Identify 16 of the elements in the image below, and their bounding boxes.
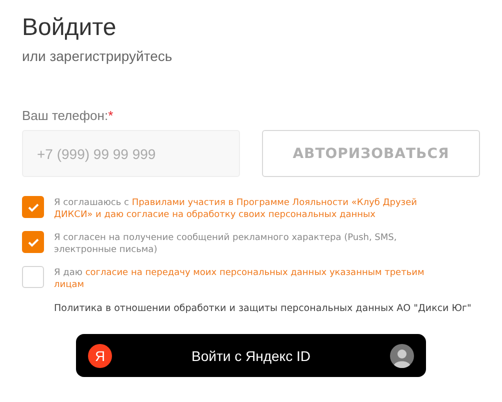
- consent-text: Я даю согласие на передачу моих персональных данных указанным третьим лицам: [54, 267, 426, 291]
- consent-text: Я согласен на получение сообщений рекламного характера (Push, SMS, электронные письма): [54, 232, 398, 256]
- consent-checkbox[interactable]: [22, 196, 44, 218]
- consent-checkbox[interactable]: [22, 231, 44, 253]
- phone-field[interactable]: +7 (999) 99 99 999: [22, 130, 240, 177]
- check-icon: [28, 202, 38, 212]
- consent-text: Я соглашаюсь с Правилами участия в Программе Лояльности «Клуб Друзей ДИКСИ» и даю согласие на обработку своих персональных данных: [54, 197, 418, 221]
- page-subheading: или зарегистрируйтесь: [22, 48, 174, 64]
- yandex-login-button[interactable]: Я Войти с Яндекс ID: [76, 334, 426, 377]
- consent-checkbox[interactable]: [22, 266, 44, 288]
- check-icon: [28, 238, 38, 246]
- avatar-icon: [390, 344, 414, 368]
- page-heading: Войдите: [22, 14, 118, 42]
- policy-text: Политика в отношении обработки и защиты персональных данных АО "Дикси Юг": [54, 303, 472, 314]
- phone-label: Ваш телефон:*: [22, 108, 114, 123]
- yandex-logo: Я: [88, 344, 112, 368]
